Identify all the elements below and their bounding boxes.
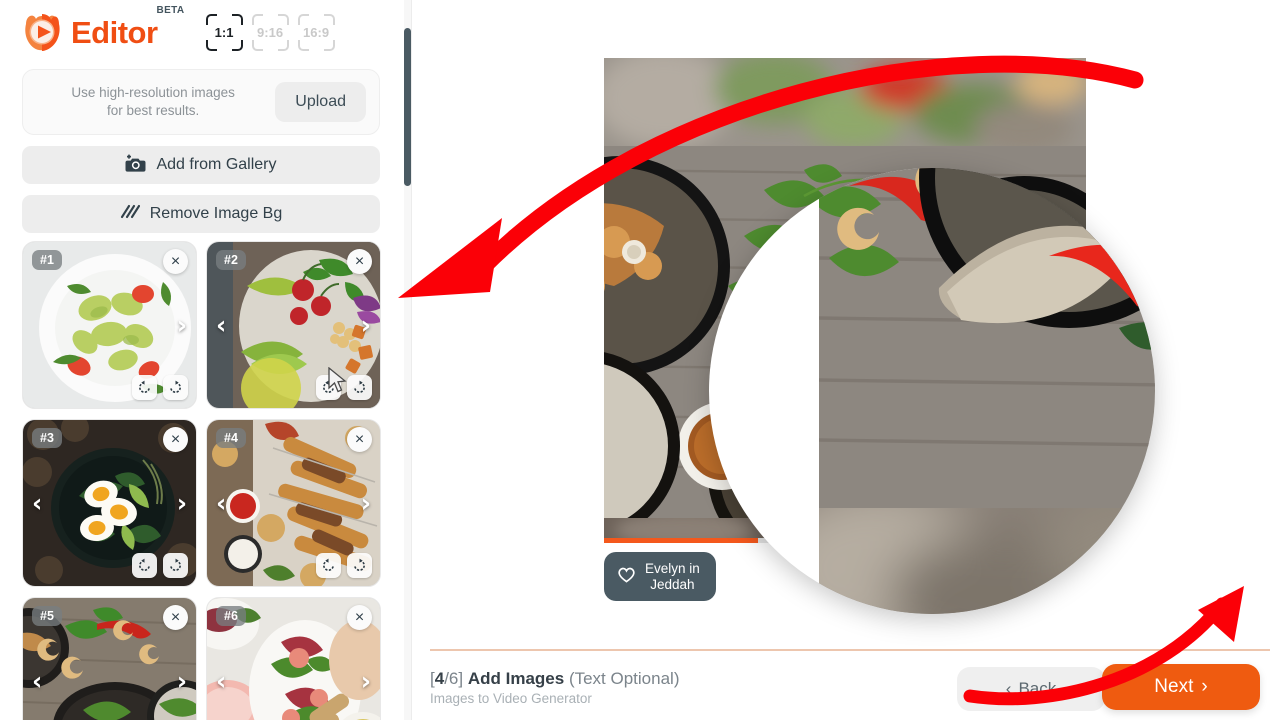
thumbnail-index-badge: #5: [32, 606, 62, 626]
aspect-ratio-16-9[interactable]: 16:9: [297, 13, 335, 51]
hatch-lines-icon: [120, 203, 140, 225]
brand-logo[interactable]: Editor BETA: [20, 5, 184, 54]
thumbnail-index-badge: #3: [32, 428, 62, 448]
aspect-ratio-16-9-label: 16:9: [303, 24, 330, 40]
aspect-ratio-9-16-label: 9:16: [257, 24, 284, 40]
next-button-label: Next: [1154, 676, 1194, 697]
thumbnail-next-arrow[interactable]: ›: [361, 491, 371, 516]
rotate-right-icon[interactable]: [347, 553, 372, 578]
thumbnail-item[interactable]: #3 × ‹ ›: [22, 419, 197, 587]
aspect-ratio-group: 1:1 9:16 16:9: [205, 13, 335, 51]
thumbnail-item[interactable]: #1 × ›: [22, 241, 197, 409]
image-thumbnail-grid: #1 × › #2 × ‹ › #3 × ‹ › #4 × ‹ › #5 × ‹…: [22, 241, 382, 720]
thumbnail-remove-button[interactable]: ×: [347, 427, 372, 452]
remove-image-bg-button[interactable]: Remove Image Bg: [22, 195, 380, 233]
upload-button[interactable]: Upload: [275, 82, 366, 122]
upload-card: Use high-resolution images for best resu…: [22, 69, 380, 135]
thumbnail-remove-button[interactable]: ×: [163, 605, 188, 630]
brand-name-text: Editor: [71, 14, 158, 50]
image-credit-text: Evelyn in Jeddah: [645, 561, 700, 592]
rotate-left-icon[interactable]: [132, 375, 157, 400]
thumbnail-prev-arrow[interactable]: ‹: [216, 313, 226, 338]
page-title-main: Add Images: [467, 669, 565, 688]
page-subtitle: Images to Video Generator: [430, 691, 592, 706]
left-sidebar: Editor BETA 1:1 9:16 16:9 Use high-resol…: [0, 0, 412, 720]
thumbnail-next-arrow[interactable]: ›: [361, 669, 371, 694]
rotate-right-icon[interactable]: [163, 553, 188, 578]
thumbnail-rotate-group: [316, 375, 372, 400]
sidebar-scrollbar-thumb[interactable]: [404, 28, 411, 186]
thumbnail-index-badge: #2: [216, 250, 246, 270]
thumbnail-prev-arrow[interactable]: ‹: [216, 669, 226, 694]
upload-hint-line2: for best results.: [107, 103, 200, 118]
aspect-ratio-9-16[interactable]: 9:16: [251, 13, 289, 51]
next-button[interactable]: Next ›: [1102, 664, 1260, 710]
canvas-progress-fill: [604, 538, 759, 543]
magnifier-lens: Load from AI Favs ›: [709, 168, 1155, 614]
thumbnail-next-arrow[interactable]: ›: [177, 491, 187, 516]
back-button[interactable]: ‹ Back: [957, 667, 1105, 711]
thumbnail-prev-arrow[interactable]: ‹: [216, 491, 226, 516]
upload-hint-line1: Use high-resolution images: [71, 84, 235, 100]
add-from-gallery-button[interactable]: Add from Gallery: [22, 146, 380, 184]
thumbnail-rotate-group: [132, 553, 188, 578]
rotate-left-icon[interactable]: [132, 553, 157, 578]
editor-app: Editor BETA 1:1 9:16 16:9 Use high-resol…: [0, 0, 1280, 720]
lens-zoomed-image: [809, 168, 1155, 508]
aspect-ratio-1-1[interactable]: 1:1: [205, 13, 243, 51]
thumbnail-prev-arrow[interactable]: ‹: [32, 669, 42, 694]
thumbnail-index-badge: #4: [216, 428, 246, 448]
thumbnail-remove-button[interactable]: ×: [347, 249, 372, 274]
thumbnail-remove-button[interactable]: ×: [163, 249, 188, 274]
thumbnail-item[interactable]: #2 × ‹ ›: [206, 241, 381, 409]
credit-line-2: Jeddah: [650, 576, 695, 592]
step-total: /6]: [444, 669, 464, 688]
footer-divider: [430, 649, 1270, 651]
chevron-left-icon: ‹: [1005, 679, 1012, 698]
back-button-label: Back: [1018, 679, 1057, 698]
app-header: Editor BETA 1:1 9:16 16:9: [0, 0, 404, 64]
rotate-left-icon[interactable]: [316, 375, 341, 400]
step-indicator: 4: [434, 669, 445, 688]
page-title-suffix: (Text Optional): [568, 669, 680, 688]
rotate-right-icon[interactable]: [347, 375, 372, 400]
thumbnail-item[interactable]: #6 × ‹ ›: [206, 597, 381, 720]
image-credit-badge[interactable]: Evelyn in Jeddah: [604, 552, 716, 602]
chevron-right-icon: ›: [1201, 676, 1208, 697]
remove-image-bg-label: Remove Image Bg: [149, 205, 283, 222]
thumbnail-item[interactable]: #4 × ‹ ›: [206, 419, 381, 587]
thumbnail-remove-button[interactable]: ×: [347, 605, 372, 630]
thumbnail-remove-button[interactable]: ×: [163, 427, 188, 452]
upload-hint: Use high-resolution images for best resu…: [31, 84, 275, 120]
brand-name: Editor BETA: [71, 5, 184, 50]
page-title: [4/6] Add Images (Text Optional): [430, 669, 680, 688]
thumbnail-item[interactable]: #5 × ‹ ›: [22, 597, 197, 720]
aspect-ratio-1-1-label: 1:1: [214, 24, 234, 40]
thumbnail-prev-arrow[interactable]: ‹: [32, 491, 42, 516]
thumbnail-rotate-group: [132, 375, 188, 400]
thumbnail-index-badge: #1: [32, 250, 62, 270]
thumbnail-next-arrow[interactable]: ›: [177, 669, 187, 694]
beta-badge: BETA: [156, 4, 185, 16]
thumbnail-index-badge: #6: [216, 606, 246, 626]
add-from-gallery-label: Add from Gallery: [156, 156, 277, 173]
camera-plus-icon: [125, 154, 146, 177]
thumbnail-next-arrow[interactable]: ›: [361, 313, 371, 338]
lion-play-logo-icon: [20, 10, 64, 54]
rotate-right-icon[interactable]: [163, 375, 188, 400]
thumbnail-next-arrow[interactable]: ›: [177, 313, 187, 338]
canvas-blur-top: [604, 58, 1086, 154]
heart-icon: [617, 566, 636, 587]
lens-zoomed-blur: [769, 488, 1155, 614]
rotate-left-icon[interactable]: [316, 553, 341, 578]
thumbnail-rotate-group: [316, 553, 372, 578]
credit-line-1: Evelyn in: [645, 561, 700, 576]
